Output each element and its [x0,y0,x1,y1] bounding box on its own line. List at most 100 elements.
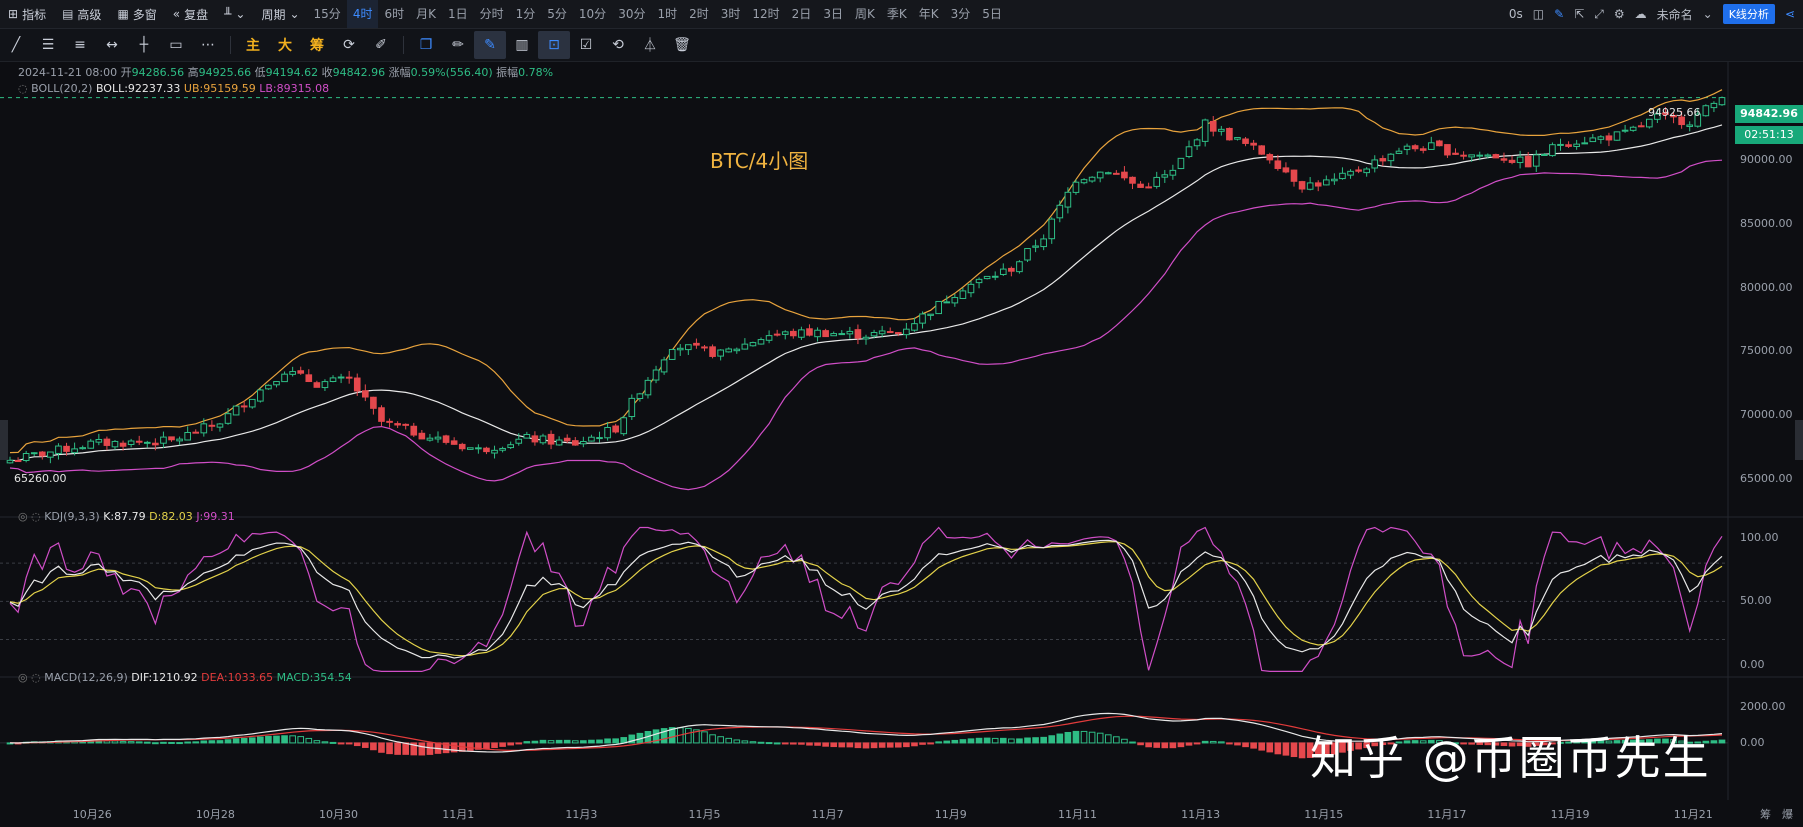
boll-legend[interactable]: ◌ BOLL(20,2) BOLL:92237.33 UB:95159.59 L… [18,82,329,95]
macd-histogram-bar [1218,741,1225,744]
candle-body [733,348,741,352]
macd-histogram-bar [830,742,838,748]
macd-histogram-bar [208,740,216,744]
candle-body [1500,158,1508,161]
macd-histogram-bar [1258,742,1266,751]
candle-body [1040,238,1047,248]
chart-title: BTC/4小图 [710,149,809,173]
candle-body [991,275,999,278]
kdj-tick: 100.00 [1740,530,1779,544]
macd-histogram-bar [571,740,579,744]
candle-body [297,370,305,374]
macd-histogram-bar [184,741,191,744]
macd-legend[interactable]: ◎ ◌ MACD(12,26,9) DIF:1210.92 DEA:1033.6… [18,671,352,684]
candle-body [1565,144,1572,147]
left-collapse-handle [0,420,8,460]
candle-body [1056,204,1064,219]
candle-body [1468,154,1475,158]
macd-histogram-bar [1250,742,1257,749]
macd-histogram-bar [160,741,167,744]
candle-body [232,405,240,416]
macd-histogram-bar [1040,736,1047,744]
candle-body [1072,181,1080,193]
time-tick: 10月28 [195,808,235,821]
price-tick: 65000.00 [1740,472,1793,486]
candle-body [999,268,1007,275]
candle-body [757,339,765,345]
macd-histogram-bar [515,742,523,745]
macd-histogram-bar [846,742,854,748]
macd-histogram-bar [1048,735,1056,744]
chip-corner-label[interactable]: 筹 [1760,806,1771,822]
kdj-legend[interactable]: ◎ ◌ KDJ(9,3,3) K:87.79 D:82.03 J:99.31 [18,510,235,523]
price-tick: 90000.00 [1740,152,1793,166]
candle-body [693,342,700,346]
burst-corner-label[interactable]: 爆 [1782,806,1793,822]
macd-histogram-bar [337,742,345,745]
macd-histogram-bar [1169,742,1177,749]
macd-histogram-bar [426,742,434,755]
candle-body [870,331,878,337]
macd-histogram-bar [1016,738,1023,744]
macd-histogram-bar [418,742,426,756]
candle-body [434,436,442,440]
candle-body [1250,142,1257,146]
candle-body [1403,145,1411,151]
candle-body [1718,97,1726,106]
macd-histogram-bar [135,741,143,744]
macd-tick: 0.00 [1740,735,1765,749]
candle-body [321,381,329,389]
macd-histogram-bar [176,742,183,745]
watermark: 知乎 @币圈币先生 [1310,731,1711,785]
candle-body [612,425,619,433]
candle-body [515,438,523,444]
candle-body [604,427,611,439]
candle-body [765,335,773,341]
macd-histogram-bar [523,741,531,744]
candle-body [1557,143,1564,146]
candle-body [418,432,426,440]
macd-histogram-bar [370,742,377,751]
candle-body [329,377,337,382]
candle-body [1339,172,1346,180]
candle-body [1524,155,1532,168]
candle-body [1492,154,1500,159]
macd-histogram-bar [870,742,878,749]
candle-body [450,440,458,445]
candle-body [878,330,886,335]
candle-body [1016,261,1023,273]
price-tick: 80000.00 [1740,280,1793,294]
candle-body [1613,131,1621,141]
price-chart[interactable] [0,0,1803,827]
candle-body [1637,125,1645,128]
candle-body [644,379,652,396]
candle-body [402,423,410,426]
candle-body [886,331,894,334]
candle-body [1460,154,1467,157]
candle-body [1508,159,1516,163]
candle-body [1314,182,1322,187]
candle-body [119,442,127,447]
candle-body [1516,156,1524,164]
macd-histogram-bar [701,731,708,744]
macd-histogram-bar [991,737,999,744]
macd-histogram-bar [975,737,983,744]
candle-body [111,440,119,448]
macd-histogram-bar [1209,740,1217,744]
macd-histogram-bar [709,734,716,744]
macd-histogram-bar [878,742,886,748]
macd-histogram-bar [281,735,288,744]
candle-body [6,459,14,464]
macd-histogram-bar [822,742,829,747]
macd-histogram-bar [313,740,321,744]
macd-histogram-bar [854,742,862,749]
candle-body [1129,176,1136,184]
candle-body [483,447,490,453]
candle-body [862,336,870,340]
candle-body [1355,169,1362,172]
macd-histogram-bar [232,738,240,744]
macd-histogram-bar [1298,742,1306,759]
candle-body [1088,176,1096,182]
macd-histogram-bar [1072,730,1080,744]
macd-histogram-bar [289,735,296,744]
